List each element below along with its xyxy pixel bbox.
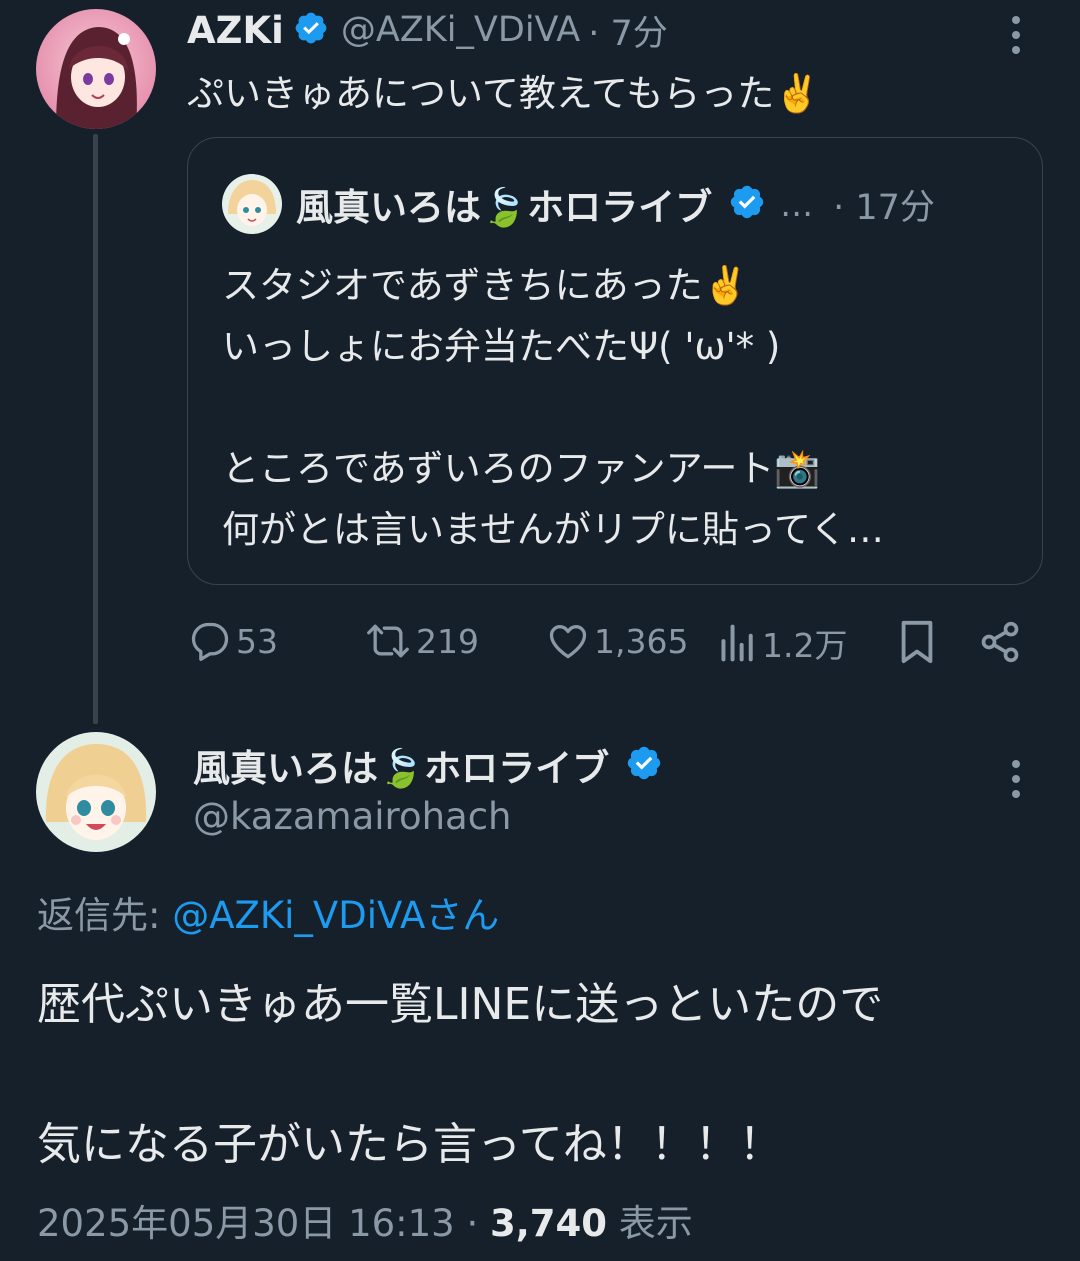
tweet-meta: 2025年05月30日 16:13 · 3,740 表示 xyxy=(37,1193,693,1247)
avatar-azki[interactable] xyxy=(36,9,156,129)
timestamp[interactable]: 2025年05月30日 16:13 · xyxy=(37,1202,490,1245)
tweet2-header: 風真いろは🍃ホロライブ xyxy=(193,737,663,793)
author-name[interactable]: AZKi xyxy=(187,9,284,52)
tweet2-text-line2: 気になる子がいたら言ってね！！！！ xyxy=(37,1119,783,1170)
avatar-iroha[interactable] xyxy=(36,732,156,852)
quote-line: スタジオであずきちにあった✌️ xyxy=(222,264,749,307)
reply-button[interactable]: 53 xyxy=(188,619,278,663)
quote-time: · 17分 xyxy=(833,187,935,228)
bookmark-icon[interactable] xyxy=(897,619,937,669)
tweet1-header: AZKi @AZKi_VDiVA · 7分 xyxy=(187,6,668,54)
tweet-time[interactable]: · 7分 xyxy=(588,5,668,56)
like-icon xyxy=(546,619,590,663)
quote-text: スタジオであずきちにあった✌️ いっしょにお弁当たべたΨ( 'ω'* ) ところ… xyxy=(222,255,884,560)
reply-prefix: 返信先: xyxy=(37,894,173,937)
thread-line xyxy=(93,134,98,724)
verified-badge-icon xyxy=(728,183,766,225)
retweet-count: 219 xyxy=(416,621,479,661)
quote-header: 風真いろは🍃ホロライブ … · 17分 xyxy=(296,176,1011,232)
author-name[interactable]: 風真いろは🍃ホロライブ xyxy=(193,738,609,792)
share-icon[interactable] xyxy=(978,619,1022,669)
author-handle[interactable]: @kazamairohach xyxy=(193,795,512,838)
views-icon xyxy=(718,621,758,665)
quote-ellipsis: … xyxy=(780,184,814,224)
views-button[interactable]: 1.2万 xyxy=(718,619,847,667)
quote-line: 何がとは言いませんがリプに貼ってく… xyxy=(222,508,884,551)
reply-target-link[interactable]: @AZKi_VDiVAさん xyxy=(172,894,499,937)
views-total: 3,740 xyxy=(490,1202,608,1245)
author-handle[interactable]: @AZKi_VDiVA xyxy=(341,10,580,50)
more-icon[interactable] xyxy=(1012,760,1020,798)
reply-icon xyxy=(188,619,232,663)
reply-context: 返信先: @AZKi_VDiVAさん xyxy=(37,885,499,939)
views-count: 1.2万 xyxy=(762,626,848,665)
like-button[interactable]: 1,365 xyxy=(546,619,688,663)
quote-line: いっしょにお弁当たべたΨ( 'ω'* ) xyxy=(222,325,781,368)
more-icon[interactable] xyxy=(1012,16,1020,54)
views-label: 表示 xyxy=(607,1202,693,1245)
retweet-button[interactable]: 219 xyxy=(364,619,479,663)
quote-line: ところであずいろのファンアート📸 xyxy=(222,447,821,490)
avatar-iroha-small[interactable] xyxy=(222,174,282,234)
like-count: 1,365 xyxy=(594,621,689,661)
tweet2-text-line1: 歴代ぷいきゅあ一覧LINEに送っといたので xyxy=(37,979,884,1030)
verified-badge-icon xyxy=(293,10,329,50)
reply-count: 53 xyxy=(236,621,278,661)
retweet-icon xyxy=(364,619,412,663)
verified-badge-icon xyxy=(625,744,663,786)
tweet1-text: ぷいきゅあについて教えてもらった✌️ xyxy=(187,72,821,115)
quote-author-name: 風真いろは🍃ホロライブ xyxy=(296,186,713,229)
